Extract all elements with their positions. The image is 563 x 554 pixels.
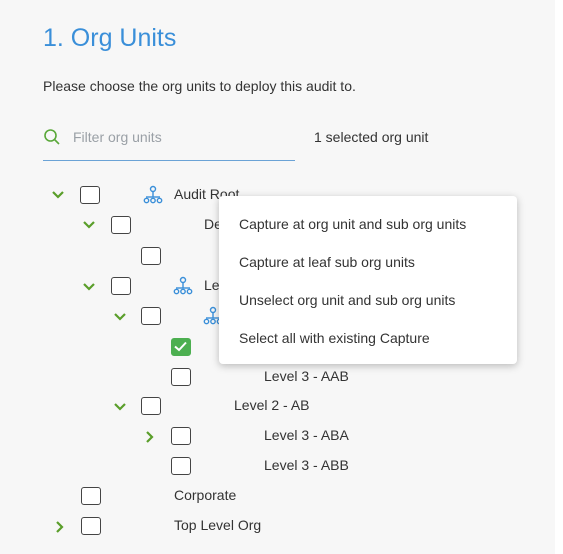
chevron-down-icon[interactable] <box>113 310 127 324</box>
chevron-down-icon[interactable] <box>113 400 127 414</box>
tree-label-corporate[interactable]: Corporate <box>174 487 236 503</box>
chevron-down-icon[interactable] <box>51 188 65 202</box>
selected-count: 1 selected org unit <box>314 129 429 145</box>
tree-label-level3-abb[interactable]: Level 3 - ABB <box>264 457 349 473</box>
tree-label-top-level-org[interactable]: Top Level Org <box>174 517 261 533</box>
menu-item-select-existing[interactable]: Select all with existing Capture <box>239 330 430 346</box>
context-menu: Capture at org unit and sub org units Ca… <box>219 196 517 364</box>
checkbox-top-level-org[interactable] <box>81 517 101 535</box>
hierarchy-icon <box>143 185 163 204</box>
tree-label-level2-ab[interactable]: Level 2 - AB <box>234 397 310 413</box>
checkbox-audit-root[interactable] <box>80 186 100 204</box>
checkbox-level3-aba[interactable] <box>171 427 191 445</box>
checkbox-de[interactable] <box>111 216 131 234</box>
checkbox-le[interactable] <box>111 277 131 295</box>
chevron-right-icon[interactable] <box>143 430 157 444</box>
chevron-down-icon[interactable] <box>82 218 96 232</box>
menu-item-unselect[interactable]: Unselect org unit and sub org units <box>239 292 455 308</box>
filter-placeholder: Filter org units <box>73 129 162 145</box>
chevron-down-icon[interactable] <box>82 280 96 294</box>
checkbox-level3-aab[interactable] <box>171 368 191 386</box>
chevron-right-icon[interactable] <box>53 520 67 534</box>
check-icon <box>174 341 187 352</box>
checkbox-level2-ab[interactable] <box>141 397 161 415</box>
hierarchy-icon <box>173 276 193 295</box>
section-subtitle: Please choose the org units to deploy th… <box>43 78 356 94</box>
tree-label-level3-aab[interactable]: Level 3 - AAB <box>264 368 349 384</box>
filter-input[interactable]: Filter org units <box>43 124 295 161</box>
checkbox-level3-abb[interactable] <box>171 457 191 475</box>
checkbox-level2[interactable] <box>141 307 161 325</box>
menu-item-capture-sub[interactable]: Capture at org unit and sub org units <box>239 216 466 232</box>
menu-item-capture-leaf[interactable]: Capture at leaf sub org units <box>239 254 415 270</box>
checkbox-checked[interactable] <box>171 338 191 356</box>
tree-label-level3-aba[interactable]: Level 3 - ABA <box>264 427 349 443</box>
tree-label-le[interactable]: Le <box>204 277 220 293</box>
search-icon <box>44 129 60 145</box>
checkbox-corporate[interactable] <box>81 487 101 505</box>
section-title: 1. Org Units <box>43 24 177 52</box>
checkbox-child[interactable] <box>141 247 161 265</box>
